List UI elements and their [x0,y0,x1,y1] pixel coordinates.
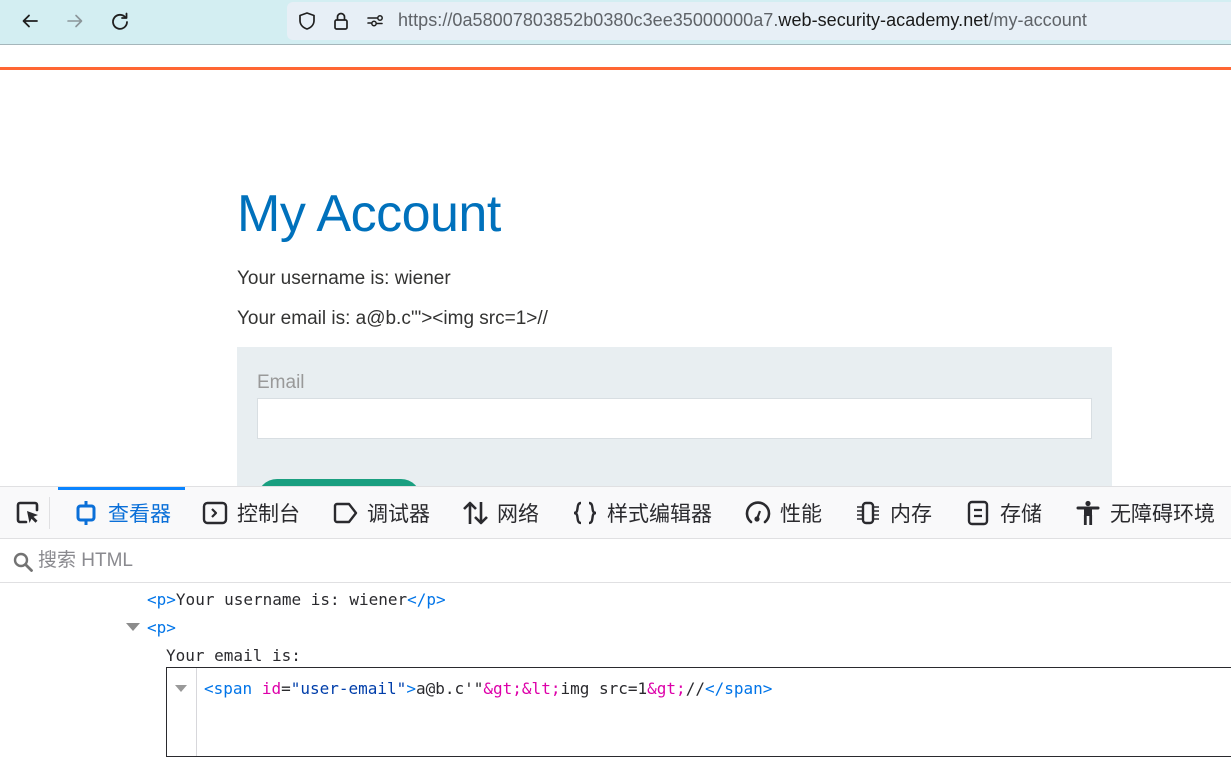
tag-bracket: > [166,590,176,609]
closing-tag: </span> [704,679,773,698]
page-title: My Account [237,185,501,243]
tag-name: p [156,618,167,637]
devtools-panel: 查看器 控制台 调试器 网络 样式编辑器 性能 内存 存储 无障碍环境 搜索 H… [0,486,1231,757]
tag-name: p [156,590,167,609]
memory-icon [857,501,879,525]
url-bar[interactable]: https://0a58007803852b0380c3ee35000000a7… [287,2,1231,40]
markup-node-email-p[interactable]: <p> [147,618,176,637]
span-text: img src=1 [560,679,648,698]
tab-label: 内存 [890,503,932,526]
email-text: Your email is: a@b.c'"><img src=1>// [237,308,548,329]
url-prefix: https://0a58007803852b0380c3ee35000000a7… [398,10,779,30]
browser-toolbar: https://0a58007803852b0380c3ee35000000a7… [0,0,1231,45]
tag-bracket: > [166,618,176,637]
header-accent-line [0,67,1231,70]
forward-button[interactable] [59,6,91,36]
inspector-icon [76,501,96,525]
html-entity: &gt; [647,679,686,698]
edited-span-markup[interactable]: <span id="user-email">a@b.c'"&gt;&lt;img… [204,679,772,698]
tab-label: 网络 [497,503,539,526]
tab-label: 样式编辑器 [607,503,712,526]
tab-label: 查看器 [108,503,171,526]
username-text: Your username is: wiener [237,268,451,289]
lock-icon[interactable] [331,11,351,31]
shield-icon[interactable] [297,11,317,31]
tag-bracket: < [147,618,157,637]
attr-eq: = [281,679,291,698]
storage-icon [967,500,989,526]
url-text[interactable]: https://0a58007803852b0380c3ee35000000a7… [398,10,1087,31]
search-html-input[interactable] [38,545,738,577]
tab-console[interactable]: 控制台 [201,487,300,539]
console-icon [202,501,228,525]
tab-label: 无障碍环境 [1110,503,1215,526]
style-editor-icon [573,501,597,525]
tag-bracket: < [204,679,214,698]
span-text: // [685,679,705,698]
tab-memory[interactable]: 内存 [854,487,932,539]
tab-inspector[interactable]: 查看器 [58,487,185,539]
tag-bracket: </ [407,590,427,609]
network-icon [463,501,488,525]
debugger-icon [333,502,358,524]
arrow-left-icon [22,14,38,28]
tab-label: 性能 [780,503,822,526]
markup-node-username-p[interactable]: <p>Your username is: wiener</p> [147,590,446,609]
element-picker-button[interactable] [8,497,48,529]
tab-label: 控制台 [237,503,300,526]
url-domain: web-security-academy.net [778,10,989,30]
update-email-button[interactable] [257,479,421,486]
html-entity: &lt; [521,679,561,698]
html-search-bar [0,539,1231,583]
html-edit-box[interactable]: <span id="user-email">a@b.c'"&gt;&lt;img… [166,667,1231,757]
email-input[interactable] [257,398,1092,439]
reload-icon [112,12,128,30]
tab-style-editor[interactable]: 样式编辑器 [571,487,712,539]
html-entity: &gt; [483,679,522,698]
tab-label: 调试器 [367,503,430,526]
devtools-toolbar: 查看器 控制台 调试器 网络 样式编辑器 性能 内存 存储 无障碍环境 [0,487,1231,539]
tab-debugger[interactable]: 调试器 [331,487,430,539]
tab-accessibility[interactable]: 无障碍环境 [1074,487,1215,539]
page-content: My Account Your username is: wiener Your… [0,46,1231,486]
tag-bracket: > [436,590,446,609]
attr-name: id [261,679,282,698]
span-text: a@b.c'" [415,679,484,698]
url-path: /my-account [988,10,1087,30]
expand-toggle[interactable] [126,623,140,631]
tag-name: span [213,679,253,698]
tab-storage[interactable]: 存储 [964,487,1042,539]
tag-bracket: > [406,679,416,698]
tab-label: 存储 [1000,503,1042,526]
toolbar-separator [49,497,50,529]
tag-bracket: < [147,590,157,609]
back-button[interactable] [14,6,46,36]
tab-performance[interactable]: 性能 [744,487,822,539]
markup-text-node[interactable]: Your email is: [166,646,301,665]
attr-value: "user-email" [290,679,407,698]
element-picker-icon [16,501,39,524]
edit-gutter [196,668,197,756]
accessibility-icon [1076,500,1100,525]
arrow-right-icon [67,14,83,28]
permissions-icon[interactable] [365,11,385,31]
tab-network[interactable]: 网络 [461,487,539,539]
change-email-form: Email [237,347,1112,486]
performance-icon [745,501,771,524]
tag-name: p [426,590,437,609]
node-text: Your username is: wiener [175,590,408,609]
reload-button[interactable] [104,6,136,36]
email-label: Email [257,372,305,393]
markup-view: <p>Your username is: wiener</p> <p> Your… [0,583,1231,757]
search-icon [13,552,33,572]
fold-toggle[interactable] [175,685,187,692]
